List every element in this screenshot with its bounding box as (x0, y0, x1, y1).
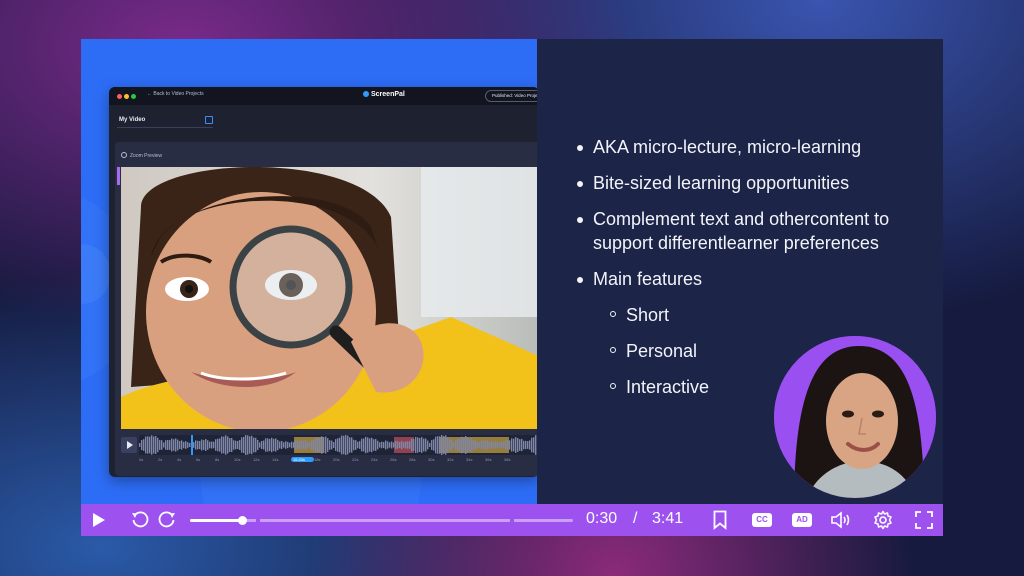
screenpal-logo: ScreenPal (363, 91, 405, 98)
rewind-icon (132, 511, 149, 528)
player-controls: 0:30 / 3:41 CC AD (81, 504, 943, 536)
fullscreen-icon (915, 511, 933, 529)
timeline-tick: 24s (371, 457, 378, 462)
timeline-tick: 4s (177, 457, 182, 462)
bookmark-button[interactable] (710, 504, 730, 536)
project-name-field[interactable]: My Video (117, 115, 213, 128)
timeline-tick: 26s (390, 457, 397, 462)
timeline-tick: 8s (215, 457, 220, 462)
timeline-tick: 10s (234, 457, 241, 462)
timeline-tick: 14s (272, 457, 279, 462)
bullet-item: Main features (575, 267, 935, 291)
progress-bar[interactable] (190, 516, 573, 525)
timeline-tick: 34s (466, 457, 473, 462)
magnifier-icon (121, 152, 127, 158)
timeline-tick: 22s (352, 457, 359, 462)
cc-icon: CC (752, 513, 772, 527)
timeline-ruler: 0s 2s 4s 6s 8s 10s 12s 14s 16.83s 18s 20s 22s 24s 26s… (139, 457, 523, 462)
project-name: My Video (119, 117, 146, 123)
bullet-item: AKA micro-lecture, micro-learning (575, 135, 935, 159)
marker-handle[interactable] (117, 167, 120, 185)
settings-button[interactable] (871, 504, 895, 536)
back-to-projects-link[interactable]: ← Back to Video Projects (147, 91, 204, 97)
editor-panel: Zoom Preview 0s 2s 4s 6s 8s 10s 12s 14s … (115, 142, 537, 476)
zoom-preview-toggle[interactable]: Zoom Preview (121, 152, 162, 159)
rewind-button[interactable] (129, 504, 151, 536)
published-button[interactable]: Published: Video Project (485, 90, 537, 102)
logo-text: ScreenPal (371, 91, 405, 98)
volume-button[interactable] (829, 504, 853, 536)
timeline-tick: 30s (428, 457, 435, 462)
play-button[interactable] (89, 504, 109, 536)
timeline-tick: 28s (409, 457, 416, 462)
screenpal-app-window: ← Back to Video Projects ScreenPal Publi… (109, 87, 537, 477)
screen-recording-panel: ← Back to Video Projects ScreenPal Publi… (81, 39, 537, 504)
timeline-tick: 0s (139, 457, 144, 462)
sub-bullet-item: Short (575, 303, 935, 327)
chapter-gap (256, 518, 260, 523)
bullet-item: Bite-sized learning opportunities (575, 171, 935, 195)
chapter-gap (510, 518, 514, 523)
audio-waveform[interactable] (139, 435, 537, 455)
close-dot-icon[interactable] (117, 94, 122, 99)
back-link-label: Back to Video Projects (153, 91, 204, 97)
timeline-tick: 18s (314, 457, 321, 462)
timeline-tick: 20s (333, 457, 340, 462)
fullscreen-button[interactable] (912, 504, 936, 536)
timeline-tick: 16.83s (291, 457, 314, 462)
timeline-tick: 2s (158, 457, 163, 462)
timeline-tick: 36s (485, 457, 492, 462)
zoom-preview-label: Zoom Preview (130, 153, 162, 159)
app-titlebar: ← Back to Video Projects ScreenPal Publi… (109, 87, 537, 105)
cc-button[interactable]: CC (750, 504, 774, 536)
forward-icon (158, 511, 175, 528)
timeline[interactable]: 0s 2s 4s 6s 8s 10s 12s 14s 16.83s 18s 20s 22s 24s 26s… (115, 433, 537, 473)
progress-played (190, 519, 243, 522)
timeline-tick: 32s (447, 457, 454, 462)
time-separator: / (633, 510, 638, 527)
presenter-photo (774, 336, 936, 498)
play-icon (93, 513, 105, 527)
logo-mark-icon (363, 91, 369, 97)
timeline-tick: 12s (253, 457, 260, 462)
edit-icon[interactable] (205, 116, 213, 124)
minimize-dot-icon[interactable] (124, 94, 129, 99)
gear-icon (874, 510, 892, 530)
volume-icon (831, 511, 850, 529)
current-time: 0:30 (586, 510, 618, 527)
girl-with-magnifying-glass-image (121, 167, 537, 429)
timeline-tick: 38s (504, 457, 511, 462)
forward-button[interactable] (156, 504, 178, 536)
duration: 3:41 (652, 510, 684, 527)
timeline-play-button[interactable] (121, 437, 137, 453)
progress-handle[interactable] (238, 516, 248, 525)
bookmark-icon (713, 510, 727, 530)
bullet-item: Complement text and othercontent to supp… (575, 207, 935, 255)
ad-icon: AD (792, 513, 812, 527)
presenter-webcam (774, 336, 936, 498)
ad-button[interactable]: AD (790, 504, 814, 536)
video-preview (121, 167, 537, 429)
maximize-dot-icon[interactable] (131, 94, 136, 99)
timeline-tick: 6s (196, 457, 201, 462)
